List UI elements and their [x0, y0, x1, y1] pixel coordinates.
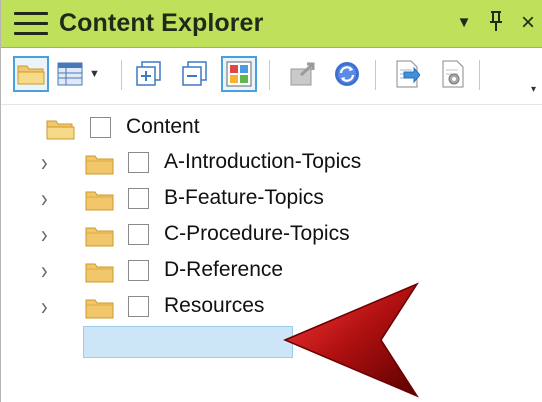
- panel-titlebar: Content Explorer ▼ ×: [1, 0, 542, 48]
- tree-item[interactable]: › D-Reference: [1, 254, 542, 288]
- open-folder-icon[interactable]: [13, 56, 49, 92]
- close-icon[interactable]: ×: [517, 10, 539, 36]
- tree-item-label: Content: [126, 115, 200, 138]
- expand-all-icon[interactable]: [131, 56, 167, 92]
- folder-icon: [85, 227, 114, 247]
- toolbar-separator: [479, 60, 480, 90]
- tree-item-label: C-Procedure-Topics: [164, 222, 350, 245]
- tree-item[interactable]: › B-Feature-Topics: [1, 182, 542, 216]
- folder-icon: [85, 299, 114, 319]
- toolbar-separator: [375, 60, 376, 90]
- toolbar-separator: [121, 60, 122, 90]
- tree-item[interactable]: › A-Introduction-Topics: [1, 146, 542, 180]
- pin-icon[interactable]: [485, 10, 507, 36]
- toolbar-overflow-icon[interactable]: ▾: [531, 84, 541, 95]
- grid-view-button[interactable]: ▼: [55, 56, 103, 92]
- tree-root-content[interactable]: Content: [1, 111, 542, 145]
- tree-item[interactable]: › Resources: [1, 290, 542, 324]
- color-tiles-icon[interactable]: [221, 56, 257, 92]
- tree-item-label: B-Feature-Topics: [164, 186, 324, 209]
- chevron-right-icon[interactable]: ›: [41, 223, 55, 248]
- checkbox[interactable]: [128, 296, 149, 317]
- explorer-toolbar: ▼ ▾: [1, 48, 542, 105]
- toolbar-separator: [269, 60, 270, 90]
- chevron-right-icon[interactable]: ›: [41, 187, 55, 212]
- menu-icon[interactable]: [14, 12, 48, 36]
- checkbox[interactable]: [128, 224, 149, 245]
- checkbox[interactable]: [128, 260, 149, 281]
- chevron-down-icon: ▼: [89, 68, 100, 80]
- dropdown-icon[interactable]: ▼: [453, 10, 475, 36]
- pointer-arrow-icon: [283, 282, 419, 398]
- refresh-icon[interactable]: [329, 56, 365, 92]
- folder-icon: [85, 263, 114, 283]
- folder-icon: [85, 191, 114, 211]
- checkbox[interactable]: [128, 152, 149, 173]
- folder-icon: [85, 155, 114, 175]
- tree-item[interactable]: › C-Procedure-Topics: [1, 218, 542, 252]
- checkbox[interactable]: [128, 188, 149, 209]
- chevron-right-icon[interactable]: ›: [41, 259, 55, 284]
- document-arrow-icon[interactable]: [389, 56, 425, 92]
- panel-title: Content Explorer: [59, 9, 264, 37]
- tree-item-label: Resources: [164, 294, 265, 317]
- import-icon[interactable]: [285, 56, 321, 92]
- open-folder-icon: [46, 120, 75, 140]
- tree-item-label: A-Introduction-Topics: [164, 150, 362, 173]
- document-settings-icon[interactable]: [435, 56, 471, 92]
- tree-item-label: D-Reference: [164, 258, 284, 281]
- collapse-all-icon[interactable]: [177, 56, 213, 92]
- chevron-right-icon[interactable]: ›: [41, 151, 55, 176]
- grid-view-icon: [57, 62, 83, 86]
- checkbox[interactable]: [90, 117, 111, 138]
- selection-highlight: [83, 326, 293, 358]
- chevron-right-icon[interactable]: ›: [41, 295, 55, 320]
- content-explorer-panel: Content Explorer ▼ × ▼ ▾ Content › A-Int…: [0, 0, 542, 402]
